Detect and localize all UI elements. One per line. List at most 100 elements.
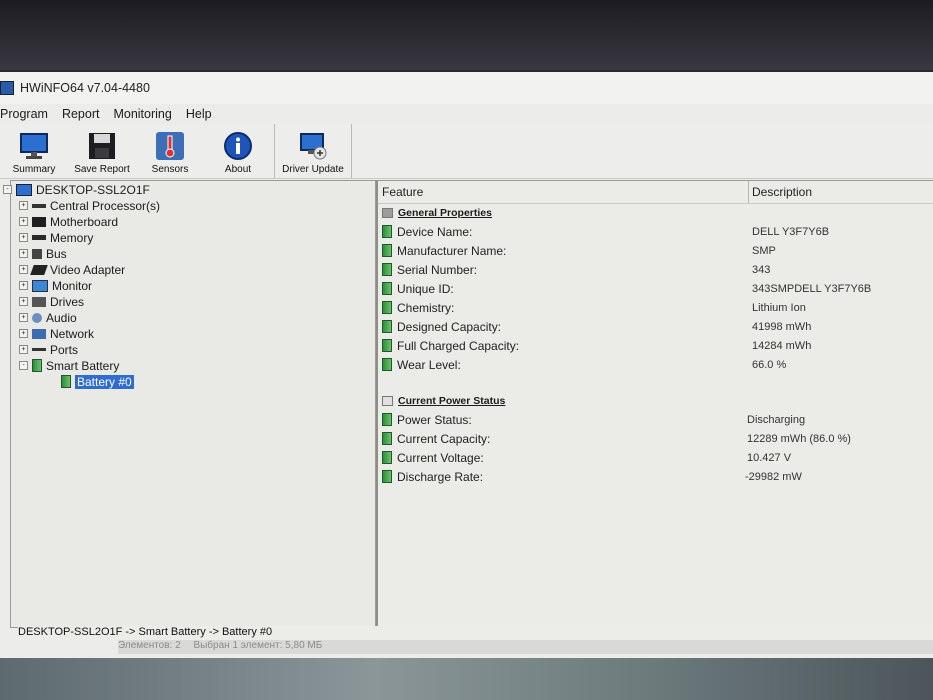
property-feature: Device Name: — [397, 224, 473, 239]
tree-item-label: Motherboard — [50, 214, 119, 229]
expand-icon[interactable]: + — [19, 201, 28, 210]
expand-icon[interactable]: + — [19, 233, 28, 242]
save-report-button[interactable]: Save Report — [68, 124, 136, 178]
video-adapter-icon — [30, 264, 48, 275]
expand-icon[interactable]: + — [19, 281, 28, 290]
battery-icon — [61, 375, 71, 388]
sensors-button[interactable]: Sensors — [136, 124, 204, 178]
property-value: 10.427 V — [747, 451, 792, 464]
property-value: SMP — [752, 244, 776, 257]
collapse-icon[interactable]: - — [3, 185, 12, 194]
property-value: 66.0 % — [752, 358, 787, 371]
property-row[interactable]: Serial Number: 343 — [382, 261, 932, 278]
summary-button[interactable]: Summary — [0, 124, 68, 178]
property-row[interactable]: Current Voltage: 10.427 V — [382, 449, 932, 466]
column-header-feature[interactable]: Feature — [382, 185, 423, 199]
thermometer-icon — [154, 130, 186, 162]
column-divider[interactable] — [748, 181, 749, 203]
motherboard-icon — [32, 216, 46, 227]
tree-item-audio[interactable]: + Audio — [19, 310, 77, 325]
driver-update-icon — [297, 130, 329, 162]
property-row[interactable]: Device Name: DELL Y3F7Y6B — [382, 223, 932, 240]
property-value: 41998 mWh — [752, 320, 812, 333]
tree-item-memory[interactable]: + Memory — [19, 230, 93, 245]
battery-icon — [382, 282, 392, 295]
tree-item-bus[interactable]: + Bus — [19, 246, 67, 261]
title-bar[interactable]: HWiNFO64 v7.04-4480 — [0, 72, 933, 104]
tree-item-label: Drives — [50, 294, 85, 309]
tree-item-smart-battery[interactable]: - Smart Battery — [19, 358, 119, 373]
menu-program[interactable]: Program — [0, 107, 55, 121]
property-row[interactable]: Designed Capacity: 41998 mWh — [382, 318, 932, 335]
battery-icon — [382, 413, 392, 426]
property-feature: Discharge Rate: — [397, 469, 484, 484]
expand-icon[interactable]: + — [19, 265, 28, 274]
toolbar-separator — [351, 124, 352, 178]
about-button[interactable]: About — [204, 124, 272, 178]
tree-item-battery-0[interactable]: Battery #0 — [61, 374, 134, 389]
tree-item-video-adapter[interactable]: + Video Adapter — [19, 262, 125, 277]
column-header-description[interactable]: Description — [752, 185, 812, 199]
property-row[interactable]: Manufacturer Name: SMP — [382, 242, 932, 259]
tree-item-label: Memory — [50, 230, 94, 245]
property-feature: Current Voltage: — [397, 450, 484, 465]
property-feature: Wear Level: — [397, 357, 461, 372]
menu-bar: Program Report Monitoring Help — [0, 104, 933, 124]
driver-update-button[interactable]: Driver Update — [277, 124, 349, 178]
menu-report[interactable]: Report — [55, 107, 107, 121]
tree-item-motherboard[interactable]: + Motherboard — [19, 214, 118, 229]
property-row[interactable]: Chemistry: Lithium Ion — [382, 299, 932, 316]
tree-item-ports[interactable]: + Ports — [19, 342, 78, 357]
battery-icon — [382, 339, 392, 352]
property-feature: Manufacturer Name: — [397, 243, 507, 258]
tree-item-label: Network — [50, 326, 95, 341]
battery-icon — [382, 432, 392, 445]
expand-icon[interactable]: + — [19, 217, 28, 226]
detail-pane: Feature Description General Properties D… — [376, 180, 933, 627]
menu-help[interactable]: Help — [179, 107, 219, 121]
property-row[interactable]: Wear Level: 66.0 % — [382, 356, 932, 373]
expand-icon[interactable]: + — [19, 249, 28, 258]
property-row[interactable]: Unique ID: 343SMPDELL Y3F7Y6B — [382, 280, 932, 297]
expand-icon[interactable]: + — [19, 297, 28, 306]
battery-icon — [382, 263, 392, 276]
tree-item-drives[interactable]: + Drives — [19, 294, 84, 309]
background-explorer-status: Элементов: 2 Выбран 1 элемент: 5,80 МБ — [118, 640, 933, 654]
driver-update-label: Driver Update — [282, 164, 344, 175]
tree-item-monitor[interactable]: + Monitor — [19, 278, 92, 293]
save-report-label: Save Report — [74, 164, 130, 175]
property-feature: Full Charged Capacity: — [397, 338, 520, 353]
drive-icon — [32, 296, 46, 307]
property-value: 343SMPDELL Y3F7Y6B — [752, 282, 872, 295]
property-value: Discharging — [747, 413, 806, 426]
property-row[interactable]: Power Status: Discharging — [382, 411, 932, 428]
section-current-power-status: Current Power Status — [382, 395, 505, 407]
status-path: DESKTOP-SSL2O1F -> Smart Battery -> Batt… — [18, 626, 273, 638]
menu-monitoring[interactable]: Monitoring — [106, 107, 178, 121]
property-feature: Designed Capacity: — [397, 319, 502, 334]
tree-root[interactable]: - DESKTOP-SSL2O1F — [3, 182, 150, 197]
battery-icon — [382, 470, 392, 483]
property-row[interactable]: Current Capacity: 12289 mWh (86.0 %) — [382, 430, 932, 447]
toolbar-separator — [274, 124, 275, 178]
tree-item-cpu[interactable]: + Central Processor(s) — [19, 198, 160, 213]
property-row[interactable]: Discharge Rate: -29982 mW — [382, 468, 932, 485]
info-icon — [222, 130, 254, 162]
computer-icon — [16, 183, 32, 196]
property-value: -29982 mW — [745, 470, 802, 483]
expand-icon[interactable]: + — [19, 313, 28, 322]
header-divider — [378, 203, 933, 204]
property-row[interactable]: Full Charged Capacity: 14284 mWh — [382, 337, 932, 354]
collapse-icon[interactable]: - — [19, 361, 28, 370]
summary-label: Summary — [12, 164, 56, 175]
device-tree[interactable]: - DESKTOP-SSL2O1F + Central Processor(s)… — [3, 180, 376, 628]
port-icon — [32, 348, 46, 351]
property-feature: Serial Number: — [397, 262, 478, 277]
bus-icon — [32, 248, 42, 259]
window-title: HWiNFO64 v7.04-4480 — [20, 81, 150, 95]
tree-item-network[interactable]: + Network — [19, 326, 94, 341]
expand-icon[interactable]: + — [19, 329, 28, 338]
about-label: About — [224, 164, 252, 175]
expand-icon[interactable]: + — [19, 345, 28, 354]
property-value: DELL Y3F7Y6B — [752, 225, 830, 238]
